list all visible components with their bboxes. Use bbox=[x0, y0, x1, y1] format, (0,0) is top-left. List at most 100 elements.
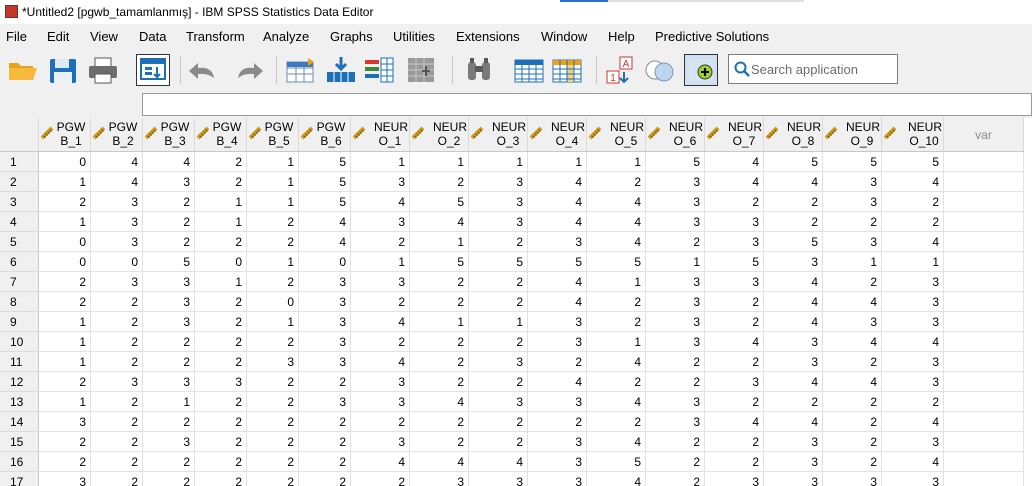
data-cell[interactable]: 3 bbox=[645, 291, 705, 312]
data-cell[interactable]: 3 bbox=[90, 371, 143, 392]
data-cell[interactable]: 2 bbox=[142, 211, 195, 232]
menu-transform[interactable]: Transform bbox=[186, 29, 245, 44]
data-cell[interactable]: 2 bbox=[194, 231, 247, 252]
row-number[interactable]: 15 bbox=[0, 431, 39, 452]
column-header[interactable]: PGW B_5 bbox=[246, 118, 299, 152]
cell-editor-input[interactable] bbox=[142, 93, 1032, 116]
data-cell[interactable]: 1 bbox=[194, 271, 247, 292]
data-cell[interactable]: 2 bbox=[350, 471, 410, 486]
data-cell[interactable]: 4 bbox=[822, 331, 882, 352]
data-cell[interactable]: 1 bbox=[38, 211, 91, 232]
data-cell[interactable]: 2 bbox=[763, 191, 823, 212]
data-cell[interactable]: 3 bbox=[468, 211, 528, 232]
data-cell[interactable]: 3 bbox=[350, 371, 410, 392]
data-cell[interactable]: 3 bbox=[527, 231, 587, 252]
undo-icon[interactable] bbox=[186, 54, 220, 86]
data-cell[interactable]: 2 bbox=[468, 411, 528, 432]
data-cell[interactable]: 2 bbox=[142, 451, 195, 472]
data-cell[interactable]: 2 bbox=[246, 411, 299, 432]
data-cell[interactable]: 2 bbox=[822, 211, 882, 232]
grid-corner[interactable] bbox=[0, 118, 39, 152]
data-cell[interactable]: 0 bbox=[246, 291, 299, 312]
data-cell[interactable]: 2 bbox=[90, 351, 143, 372]
data-cell[interactable]: 3 bbox=[90, 191, 143, 212]
data-cell[interactable]: 1 bbox=[586, 151, 646, 172]
row-number[interactable]: 12 bbox=[0, 371, 39, 392]
data-cell[interactable]: 2 bbox=[142, 331, 195, 352]
data-cell[interactable]: 5 bbox=[527, 251, 587, 272]
data-cell[interactable]: 3 bbox=[527, 451, 587, 472]
data-cell[interactable]: 3 bbox=[527, 471, 587, 486]
data-cell[interactable]: 2 bbox=[409, 331, 469, 352]
data-cell[interactable]: 3 bbox=[298, 331, 351, 352]
data-cell[interactable]: 2 bbox=[142, 411, 195, 432]
menu-window[interactable]: Window bbox=[541, 29, 587, 44]
data-cell[interactable]: 2 bbox=[298, 411, 351, 432]
redo-icon[interactable] bbox=[232, 54, 266, 86]
data-cell[interactable]: 2 bbox=[881, 211, 944, 232]
data-cell[interactable]: 3 bbox=[881, 351, 944, 372]
data-cell[interactable]: 3 bbox=[142, 431, 195, 452]
data-cell[interactable]: 3 bbox=[142, 271, 195, 292]
data-cell[interactable]: 4 bbox=[527, 191, 587, 212]
data-cell[interactable]: 3 bbox=[194, 371, 247, 392]
data-cell[interactable]: 2 bbox=[586, 171, 646, 192]
data-cell[interactable]: 1 bbox=[194, 211, 247, 232]
row-number[interactable]: 10 bbox=[0, 331, 39, 352]
data-cell[interactable]: 2 bbox=[298, 371, 351, 392]
data-cell[interactable]: 3 bbox=[881, 311, 944, 332]
row-number[interactable]: 7 bbox=[0, 271, 39, 292]
data-cell[interactable]: 3 bbox=[409, 471, 469, 486]
data-cell[interactable]: 2 bbox=[586, 371, 646, 392]
data-cell[interactable]: 2 bbox=[527, 411, 587, 432]
data-cell[interactable]: 3 bbox=[142, 371, 195, 392]
data-cell[interactable]: 3 bbox=[763, 331, 823, 352]
data-cell[interactable]: 3 bbox=[704, 471, 764, 486]
data-cell[interactable]: 2 bbox=[645, 471, 705, 486]
print-icon[interactable] bbox=[86, 54, 120, 86]
row-number[interactable]: 1 bbox=[0, 151, 39, 172]
empty-cell[interactable] bbox=[943, 351, 1024, 372]
data-cell[interactable]: 1 bbox=[246, 151, 299, 172]
row-number[interactable]: 3 bbox=[0, 191, 39, 212]
empty-cell[interactable] bbox=[943, 431, 1024, 452]
empty-cell[interactable] bbox=[943, 471, 1024, 486]
data-cell[interactable]: 3 bbox=[298, 271, 351, 292]
data-cell[interactable]: 2 bbox=[881, 391, 944, 412]
row-number[interactable]: 17 bbox=[0, 471, 39, 486]
data-cell[interactable]: 3 bbox=[38, 411, 91, 432]
data-cell[interactable]: 2 bbox=[246, 231, 299, 252]
data-cell[interactable]: 3 bbox=[822, 171, 882, 192]
data-cell[interactable]: 0 bbox=[38, 151, 91, 172]
data-cell[interactable]: 5 bbox=[763, 151, 823, 172]
data-cell[interactable]: 3 bbox=[246, 351, 299, 372]
data-cell[interactable]: 2 bbox=[246, 211, 299, 232]
data-cell[interactable]: 3 bbox=[90, 271, 143, 292]
data-cell[interactable]: 2 bbox=[586, 411, 646, 432]
menu-view[interactable]: View bbox=[90, 29, 118, 44]
data-cell[interactable]: 2 bbox=[409, 371, 469, 392]
use-variable-sets-icon[interactable] bbox=[642, 54, 676, 86]
data-cell[interactable]: 2 bbox=[142, 191, 195, 212]
data-cell[interactable]: 2 bbox=[194, 451, 247, 472]
data-cell[interactable]: 2 bbox=[409, 411, 469, 432]
data-cell[interactable]: 4 bbox=[822, 291, 882, 312]
data-cell[interactable]: 3 bbox=[645, 271, 705, 292]
data-cell[interactable]: 2 bbox=[822, 431, 882, 452]
empty-cell[interactable] bbox=[943, 231, 1024, 252]
data-cell[interactable]: 2 bbox=[409, 171, 469, 192]
data-cell[interactable]: 2 bbox=[246, 431, 299, 452]
data-cell[interactable]: 2 bbox=[350, 411, 410, 432]
data-cell[interactable]: 5 bbox=[298, 171, 351, 192]
data-cell[interactable]: 1 bbox=[38, 311, 91, 332]
data-cell[interactable]: 2 bbox=[645, 451, 705, 472]
data-cell[interactable]: 2 bbox=[194, 351, 247, 372]
data-cell[interactable]: 2 bbox=[468, 231, 528, 252]
run-descriptives-icon[interactable] bbox=[404, 54, 438, 86]
data-cell[interactable]: 3 bbox=[881, 291, 944, 312]
data-cell[interactable]: 2 bbox=[704, 191, 764, 212]
data-cell[interactable]: 2 bbox=[468, 331, 528, 352]
data-cell[interactable]: 2 bbox=[194, 411, 247, 432]
open-folder-icon[interactable] bbox=[6, 54, 40, 86]
data-cell[interactable]: 4 bbox=[881, 451, 944, 472]
